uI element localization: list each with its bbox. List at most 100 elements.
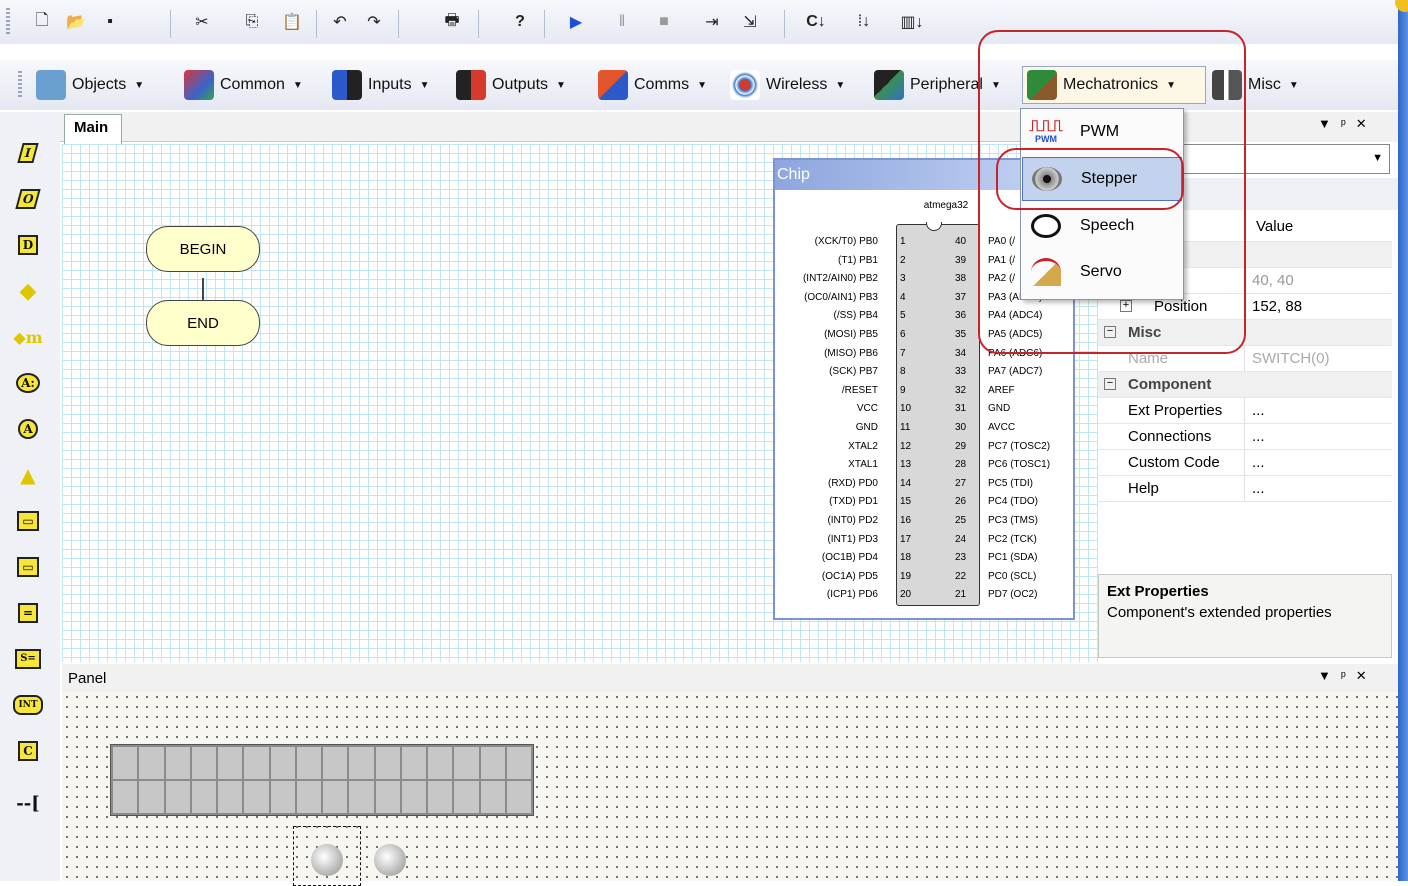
properties-pane-controls[interactable]: ▼ᵖ✕ [1318,116,1377,132]
objects-menu[interactable]: Objects ▼ [32,66,148,104]
palette-comment-icon[interactable]: --[ [14,790,42,816]
chip-pin-number: 12 [900,440,912,452]
command-palette [0,112,60,881]
cut-icon[interactable]: ✂ [190,10,214,34]
lcd-display-component[interactable] [110,744,534,816]
pin-icon[interactable]: ᵖ [1341,668,1356,683]
compile-hex-icon[interactable]: ⁞↓ [852,10,876,34]
stop-icon[interactable]: ■ [652,10,676,34]
palette-interrupt-icon[interactable]: INT [13,692,43,718]
custom-code-row[interactable]: Custom Code ... [1098,450,1392,476]
chip-pin-label-left: (SCK) PB7 [829,366,878,378]
tab-main[interactable]: Main [64,114,122,144]
palette-macro-icon[interactable]: ▭ [14,508,42,534]
lcd-cell [375,747,400,779]
lcd-cell [480,747,505,779]
lcd-cell [244,781,269,813]
palette-component-macro-icon[interactable]: ▭ [14,554,42,580]
toolbar-grip[interactable] [6,8,10,36]
comms-menu[interactable]: Comms ▼ [594,66,711,104]
paste-icon[interactable]: 📋 [280,10,304,34]
close-icon[interactable]: ✕ [1356,116,1377,131]
component-category[interactable]: − Component [1098,372,1392,398]
redo-icon[interactable]: ↷ [362,10,386,34]
wireless-menu[interactable]: Wireless ▼ [726,66,849,104]
collapse-icon[interactable]: − [1104,378,1116,390]
palette-c-code-icon[interactable]: C [14,738,42,764]
help-row[interactable]: Help ... [1098,476,1392,502]
chip-pin-label-right: AREF [988,384,1015,396]
help-icon[interactable]: ? [508,10,532,34]
panel-pane-controls[interactable]: ▼ᵖ✕ [1318,668,1377,684]
chip-pin-number: 40 [955,236,967,247]
chip-pin-label-left: /RESET [841,384,878,396]
new-icon[interactable]: 🗋 [30,10,54,34]
chip-pin-number: 21 [955,589,967,601]
lcd-cell [218,747,243,779]
toggle-switch-icon[interactable] [311,844,343,876]
chip-pin-label-left: (/SS) PB4 [833,310,878,322]
lcd-cell [401,781,426,813]
chip-pin-number: 35 [955,329,967,340]
chip-pin-number: 5 [900,310,906,322]
lcd-cell [454,781,479,813]
chip-pin-number: 22 [955,570,967,582]
pane-dropdown-icon[interactable]: ▼ [1318,668,1341,683]
connections-value[interactable]: ... [1252,428,1265,445]
chip-pin-label-right: PC6 (TOSC1) [988,459,1051,471]
save-icon[interactable]: ▪ [98,10,122,34]
description-title: Ext Properties [1107,583,1209,600]
flow-begin[interactable]: BEGIN [146,226,260,272]
toggle-switch-icon[interactable] [374,844,406,876]
common-menu[interactable]: Common ▼ [180,66,307,104]
compile-chip-icon[interactable]: ▥↓ [900,10,924,34]
lcd-cell [191,747,216,779]
open-icon[interactable]: 📂 [64,10,88,34]
undo-icon[interactable]: ↶ [328,10,352,34]
lcd-cell [375,781,400,813]
chip-pin-number: 38 [955,273,967,285]
print-icon[interactable]: 🖶 [440,10,464,34]
chip-pin-number: 18 [900,552,912,564]
palette-calculation-icon[interactable]: = [14,600,42,626]
palette-output-icon[interactable]: O [14,186,42,212]
description-text: Component's extended properties [1107,604,1332,621]
chip-pin-number: 6 [900,329,906,340]
palette-string-icon[interactable]: S= [14,646,42,672]
lcd-cell [349,781,374,813]
flow-end[interactable]: END [146,300,260,346]
pause-icon[interactable]: ‖ [610,10,634,34]
compile-c-icon[interactable]: C ↓ [804,10,828,34]
toolbar-grip[interactable] [18,71,22,99]
palette-delay-icon[interactable]: D [14,232,42,258]
close-icon[interactable]: ✕ [1356,668,1377,683]
connections-row[interactable]: Connections ... [1098,424,1392,450]
inputs-menu[interactable]: Inputs ▼ [328,66,434,104]
step-into-icon[interactable]: ⇲ [738,10,762,34]
name-value: SWITCH(0) [1252,350,1330,367]
ext-properties-value[interactable]: ... [1252,402,1265,419]
palette-connection-point-icon[interactable]: A: [14,370,42,396]
palette-goto-icon[interactable]: A [14,416,42,442]
chip-pin-number: 24 [955,533,967,545]
pin-icon[interactable]: ᵖ [1341,116,1356,131]
palette-decision-icon[interactable]: ◆ [14,278,42,304]
step-over-icon[interactable]: ⇥ [700,10,724,34]
chevron-down-icon[interactable]: ▼ [1372,152,1383,164]
copy-icon[interactable]: ⎘ [240,10,264,34]
run-icon[interactable]: ▶ [564,10,588,34]
outputs-label: Outputs [492,76,549,93]
lcd-cell [139,747,164,779]
ext-properties-row[interactable]: Ext Properties ... [1098,398,1392,424]
palette-switch-icon[interactable]: ◆m [13,324,42,350]
chip-pin-label-right: PC0 (SCL) [988,570,1037,582]
palette-input-icon[interactable]: I [14,140,42,166]
lcd-cell [506,781,531,813]
pane-dropdown-icon[interactable]: ▼ [1318,116,1341,131]
chip-pin-number: 1 [900,236,906,247]
help-value[interactable]: ... [1252,480,1265,497]
lcd-cell [165,747,190,779]
outputs-menu[interactable]: Outputs ▼ [452,66,570,104]
palette-loop-icon[interactable]: ▲ [14,462,42,488]
custom-code-value[interactable]: ... [1252,454,1265,471]
